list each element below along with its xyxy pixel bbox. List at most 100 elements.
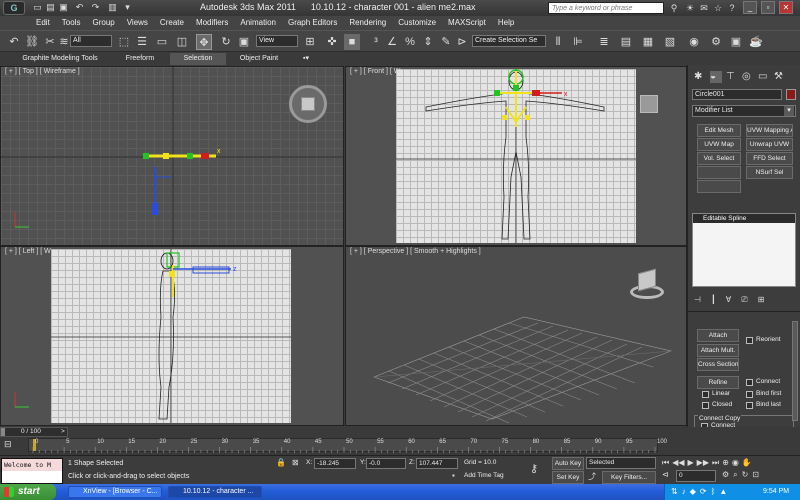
empty-modifier-button[interactable] xyxy=(697,166,741,179)
next-frame-icon[interactable]: ▶▶ xyxy=(697,456,709,470)
bluetooth-icon[interactable]: ᛒ xyxy=(711,486,716,498)
viewport-front[interactable]: x [ + ] [ Front ] [ W xyxy=(345,66,687,246)
menu-rendering[interactable]: Rendering xyxy=(343,16,392,30)
modifier-stack[interactable]: Editable Spline xyxy=(692,213,796,287)
viewport-left[interactable]: z [ + ] [ Left ] [ W xyxy=(0,246,344,426)
remove-modifier-icon[interactable]: ⎚ xyxy=(741,295,747,307)
menu-graph-editors[interactable]: Graph Editors xyxy=(282,16,343,30)
tab-graphite-modeling-tools[interactable]: Graphite Modeling Tools xyxy=(12,53,108,65)
communication-center-icon[interactable]: ✉ xyxy=(698,2,710,14)
menu-group[interactable]: Group xyxy=(86,16,120,30)
set-key-button[interactable]: Set Key xyxy=(552,471,584,484)
project-folder-icon[interactable]: ▥ xyxy=(107,2,118,13)
add-time-tag[interactable]: Add Time Tag xyxy=(464,472,504,479)
select-by-name-icon[interactable]: ☰ xyxy=(134,34,150,50)
display-tab-icon[interactable]: ▭ xyxy=(758,71,770,83)
empty-modifier-button-2[interactable] xyxy=(697,180,741,193)
select-and-link-icon[interactable]: ⛓ xyxy=(24,34,40,50)
select-and-scale-icon[interactable]: ▣ xyxy=(236,34,252,50)
binoculars-icon[interactable]: ⚲ xyxy=(668,2,680,14)
object-name-field[interactable]: Circle001 xyxy=(692,89,782,100)
schematic-view-icon[interactable]: ▧ xyxy=(662,34,678,50)
auto-key-button[interactable]: Auto Key xyxy=(552,457,584,470)
app-logo-icon[interactable]: G xyxy=(3,1,25,15)
motion-tab-icon[interactable]: ◎ xyxy=(742,71,754,83)
orbit-icon[interactable]: ↻ xyxy=(742,470,749,482)
reorient-checkbox[interactable] xyxy=(746,337,753,344)
viewcube-front-icon[interactable] xyxy=(640,95,658,113)
configure-sets-icon[interactable]: ⊞ xyxy=(758,295,765,307)
key-mode-dropdown[interactable]: Selected xyxy=(586,457,656,469)
zoom-icon[interactable]: ⌕ xyxy=(733,470,737,482)
curve-editor-icon[interactable]: ▦ xyxy=(640,34,656,50)
quick-access-dropdown-icon[interactable]: ▾ xyxy=(122,2,133,13)
rectangular-selection-icon[interactable]: ▭ xyxy=(154,34,170,50)
time-slider-next-icon[interactable]: > xyxy=(61,428,65,436)
current-frame-field[interactable]: 0 xyxy=(676,470,716,482)
viewcube-top-icon[interactable] xyxy=(289,85,327,123)
closed-checkbox[interactable] xyxy=(702,402,709,409)
key-icon[interactable]: ⚷ xyxy=(530,462,546,476)
named-selection-sets-dropdown[interactable]: Create Selection Se xyxy=(472,35,546,47)
make-unique-icon[interactable]: ∀ xyxy=(726,295,731,307)
linear-checkbox[interactable] xyxy=(702,391,709,398)
utilities-tab-icon[interactable]: ⚒ xyxy=(774,71,786,83)
absolute-mode-icon[interactable]: ⊠ xyxy=(292,458,302,469)
time-configuration-icon[interactable]: ⚙ xyxy=(722,470,729,482)
nsurf-sel-button[interactable]: NSurf Sel xyxy=(746,166,793,179)
undo-toolbar-icon[interactable]: ↶ xyxy=(6,34,22,50)
uvw-map-button[interactable]: UVW Map xyxy=(697,138,741,151)
viewport-top[interactable]: x [ + ] [ Top ] [ Wireframe ] xyxy=(0,66,344,246)
help-icon[interactable]: ? xyxy=(726,2,738,14)
antivirus-icon[interactable]: ◆ xyxy=(690,486,696,498)
tab-freeform[interactable]: Freeform xyxy=(112,53,168,65)
menu-animation[interactable]: Animation xyxy=(234,16,282,30)
hierarchy-tab-icon[interactable]: ⊤ xyxy=(726,71,738,83)
render-production-icon[interactable]: ☕ xyxy=(748,34,764,50)
viewport-left-label[interactable]: [ + ] [ Left ] [ W xyxy=(5,248,51,255)
x-coordinate-field[interactable]: -18.245 xyxy=(314,458,356,469)
undo-icon[interactable]: ↶ xyxy=(74,2,85,13)
menu-create[interactable]: Create xyxy=(154,16,190,30)
open-mini-curve-editor-icon[interactable]: ⊟ xyxy=(4,438,20,450)
create-tab-icon[interactable]: ✱ xyxy=(694,71,706,83)
material-editor-icon[interactable]: ◉ xyxy=(686,34,702,50)
menu-modifiers[interactable]: Modifiers xyxy=(190,16,234,30)
uvw-mapping-add-button[interactable]: UVW Mapping Ad xyxy=(746,124,793,137)
unwrap-uvw-button[interactable]: Unwrap UVW xyxy=(746,138,793,151)
default-in-out-tangent-icon[interactable]: ⤴ xyxy=(588,471,600,483)
mirror-icon[interactable]: ⫴ xyxy=(550,34,566,50)
maximize-viewport-icon[interactable]: ⊡ xyxy=(752,470,759,482)
cross-section-button[interactable]: Cross Section xyxy=(697,358,739,371)
edit-mesh-button[interactable]: Edit Mesh xyxy=(697,124,741,137)
command-panel-scrollbar[interactable] xyxy=(792,321,798,421)
menu-maxscript[interactable]: MAXScript xyxy=(442,16,492,30)
graphite-toggle-icon[interactable]: ▤ xyxy=(618,34,634,50)
snaps-toggle-icon[interactable]: ³ xyxy=(368,34,384,50)
window-crossing-icon[interactable]: ◫ xyxy=(174,34,190,50)
key-filters-button[interactable]: Key Filters... xyxy=(602,471,656,484)
new-file-icon[interactable]: ▭ xyxy=(32,2,43,13)
tab-object-paint[interactable]: Object Paint xyxy=(230,53,288,65)
align-icon[interactable]: ⊫ xyxy=(570,34,586,50)
key-mode-toggle-icon[interactable]: ⊲ xyxy=(662,470,672,482)
pan-view-icon[interactable]: ✋ xyxy=(742,456,752,470)
attach-button[interactable]: Attach xyxy=(697,329,739,342)
menu-edit[interactable]: Edit xyxy=(30,16,56,30)
edit-named-selection-icon[interactable]: ✎ xyxy=(438,34,454,50)
modifier-list-dropdown[interactable]: Modifier List xyxy=(692,105,796,117)
taskbar-3dsmax[interactable]: 10.10.12 - character ... xyxy=(168,486,262,498)
bind-last-checkbox[interactable] xyxy=(746,402,753,409)
safely-remove-icon[interactable]: ▲ xyxy=(719,486,727,498)
tab-selection[interactable]: Selection xyxy=(170,53,226,65)
zoom-extents-icon[interactable]: ⊕ xyxy=(722,456,729,470)
menu-customize[interactable]: Customize xyxy=(392,16,442,30)
network-icon[interactable]: ⇅ xyxy=(671,486,678,498)
menu-views[interactable]: Views xyxy=(121,16,154,30)
named-selection-icon[interactable]: ⊳ xyxy=(454,34,470,50)
modify-tab-icon[interactable]: ◒ xyxy=(710,71,722,83)
viewport-perspective[interactable]: [ + ] [ Perspective ] [ Smooth + Highlig… xyxy=(345,246,687,426)
bind-first-checkbox[interactable] xyxy=(746,391,753,398)
menu-help[interactable]: Help xyxy=(492,16,520,30)
reference-coordinate-dropdown[interactable]: View xyxy=(256,35,298,47)
